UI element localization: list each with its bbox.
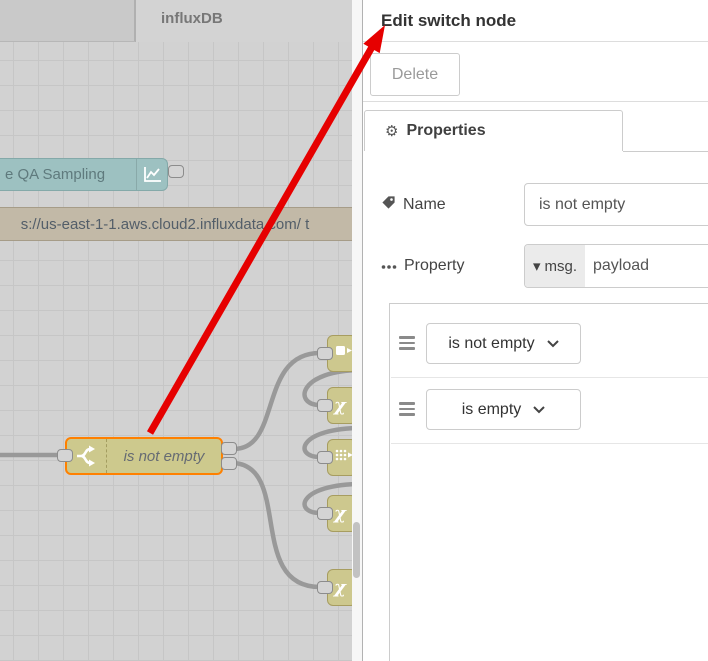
input-port[interactable] [317, 581, 333, 594]
chevron-down-icon [533, 401, 545, 419]
edit-switch-node-panel: Edit switch node Delete ⚙ Properties Nam… [363, 0, 708, 661]
tabrow-underline [623, 151, 708, 152]
tag-icon [381, 195, 396, 215]
canvas-vertical-scrollbar[interactable] [352, 0, 362, 661]
join-icon [334, 342, 354, 365]
wire [231, 460, 323, 590]
rule-operator-select-1[interactable]: is not empty [426, 323, 581, 364]
x-bar-icon: χ [334, 576, 346, 598]
property-type-dropdown[interactable]: ▾ msg. [525, 245, 585, 287]
panel-title: Edit switch node [363, 0, 708, 42]
node-label: is not empty [123, 447, 205, 465]
drag-handle-icon[interactable] [399, 402, 415, 416]
property-field: ▾ msg. payload [524, 244, 708, 288]
chevron-down-icon [546, 335, 559, 353]
node-red-editor: influxDB e QA Sampling s://us-east-1-1.a… [0, 0, 708, 661]
input-port[interactable] [317, 507, 333, 520]
property-prefix: msg. [544, 257, 578, 275]
delete-button[interactable]: Delete [370, 53, 460, 96]
panel-toolbar: Delete [363, 42, 708, 102]
rule-separator [391, 443, 708, 444]
ellipsis-icon [381, 257, 397, 275]
property-row-label: Property [381, 244, 464, 288]
input-port[interactable] [317, 451, 333, 464]
scrollbar-thumb[interactable] [353, 522, 360, 578]
wires-layer [0, 350, 362, 590]
rule-separator [391, 377, 708, 378]
property-value-input[interactable]: payload [585, 245, 708, 287]
name-input[interactable] [524, 183, 708, 226]
output-port[interactable] [168, 165, 184, 178]
input-port[interactable] [317, 399, 333, 412]
node-label: e QA Sampling [5, 166, 106, 183]
switch-icon [67, 439, 107, 473]
caret-down-icon: ▾ [532, 258, 541, 275]
output-port-2[interactable] [221, 457, 237, 470]
node-qa-sampling[interactable]: e QA Sampling [0, 158, 168, 191]
panel-tabrow: ⚙ Properties [363, 110, 708, 152]
rules-list: is not empty is empty [389, 303, 708, 661]
node-switch-selected[interactable]: is not empty [65, 437, 223, 475]
name-label-text: Name [403, 195, 446, 213]
rule-operator-label: is empty [461, 400, 522, 418]
input-port[interactable] [317, 347, 333, 360]
x-bar-icon: χ [334, 502, 346, 524]
node-influxdata-url[interactable]: s://us-east-1-1.aws.cloud2.influxdata.co… [0, 207, 360, 241]
drag-handle-icon[interactable] [399, 336, 415, 350]
input-port[interactable] [57, 449, 73, 462]
output-port-1[interactable] [221, 442, 237, 455]
gear-icon: ⚙ [385, 122, 399, 140]
rule-operator-select-2[interactable]: is empty [426, 389, 581, 430]
flow-canvas[interactable]: influxDB e QA Sampling s://us-east-1-1.a… [0, 0, 362, 661]
rule-operator-label: is not empty [448, 334, 535, 352]
property-label-text: Property [404, 257, 465, 274]
tab-properties[interactable]: ⚙ Properties [364, 110, 623, 151]
node-label: s://us-east-1-1.aws.cloud2.influxdata.co… [20, 215, 310, 233]
tab-properties-label: Properties [406, 122, 486, 139]
x-bar-icon: χ [334, 394, 346, 416]
split-icon [334, 446, 354, 469]
chart-line-icon [136, 159, 167, 190]
name-row-label: Name [381, 183, 446, 226]
